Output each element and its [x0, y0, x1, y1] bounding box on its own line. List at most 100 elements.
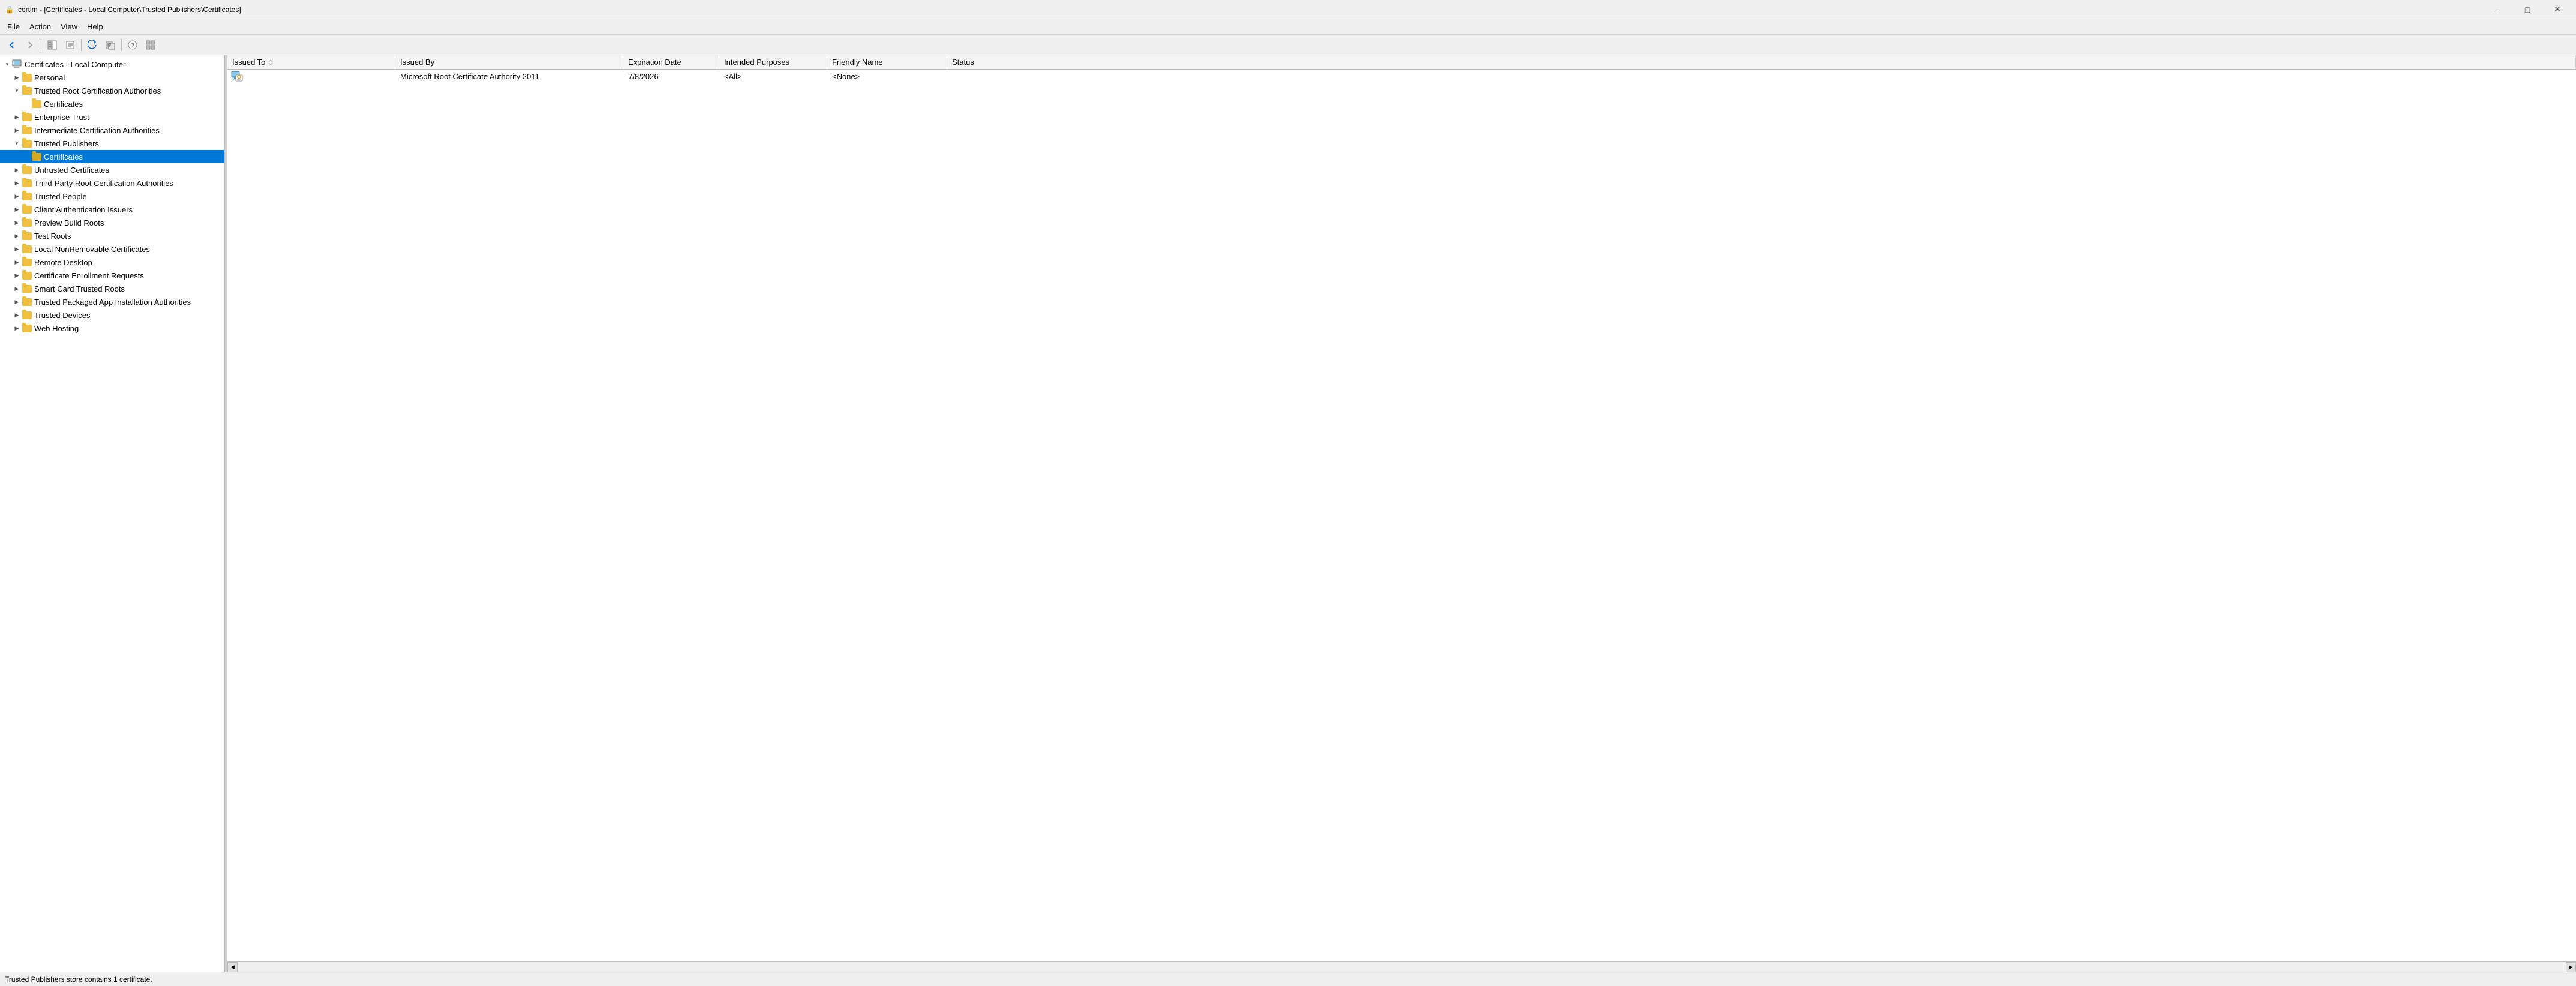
- tree-item-trusted-publishers[interactable]: ▾ Trusted Publishers: [0, 137, 224, 150]
- tree-item-trusted-devices[interactable]: ▶ Trusted Devices: [0, 308, 224, 322]
- tree-expander-test-roots[interactable]: ▶: [12, 231, 22, 241]
- tree-item-enterprise[interactable]: ▶ Enterprise Trust: [0, 110, 224, 124]
- col-header-status[interactable]: Status: [947, 55, 2576, 69]
- tree-item-trusted-publishers-certs[interactable]: ▶ Certificates: [0, 150, 224, 163]
- folder-icon-local-nonremovable: [22, 244, 32, 254]
- col-header-friendly-name-label: Friendly Name: [832, 58, 883, 67]
- folder-icon-client-auth: [22, 205, 32, 214]
- tree-expander-preview-build[interactable]: ▶: [12, 218, 22, 227]
- maximize-button[interactable]: □: [2514, 1, 2541, 18]
- tree-label-trusted-devices: Trusted Devices: [34, 311, 90, 320]
- tree-label-web-hosting: Web Hosting: [34, 324, 79, 333]
- folder-icon-cert-enrollment: [22, 271, 32, 280]
- help-button[interactable]: ?: [124, 37, 141, 53]
- tree-expander-remote-desktop[interactable]: ▶: [12, 257, 22, 267]
- title-bar-left: 🔒 certlm - [Certificates - Local Compute…: [5, 5, 241, 14]
- folder-icon-test-roots: [22, 231, 32, 241]
- list-cell-status: [947, 75, 2576, 77]
- tree-expander-trusted-publishers[interactable]: ▾: [12, 139, 22, 148]
- col-header-expiration[interactable]: Expiration Date: [623, 55, 719, 69]
- right-pane: Issued To Issued By Expiration Date Inte…: [227, 55, 2576, 972]
- refresh-button[interactable]: [84, 37, 101, 53]
- close-button[interactable]: ✕: [2544, 1, 2571, 18]
- menu-view[interactable]: View: [56, 20, 82, 33]
- tree-item-local-nonremovable[interactable]: ▶ Local NonRemovable Certificates: [0, 242, 224, 256]
- tree-item-root[interactable]: ▾ Certificates - Local Computer: [0, 58, 224, 71]
- title-bar: 🔒 certlm - [Certificates - Local Compute…: [0, 0, 2576, 19]
- col-header-status-label: Status: [952, 58, 974, 67]
- tree-expander-enterprise[interactable]: ▶: [12, 112, 22, 122]
- status-bar: Trusted Publishers store contains 1 cert…: [0, 972, 2576, 986]
- forward-button[interactable]: [22, 37, 38, 53]
- tree-expander-trusted-root[interactable]: ▾: [12, 86, 22, 95]
- scroll-right-arrow[interactable]: ▶: [2566, 962, 2576, 972]
- tree-label-local-nonremovable: Local NonRemovable Certificates: [34, 245, 150, 254]
- tree-item-third-party[interactable]: ▶ Third-Party Root Certification Authori…: [0, 176, 224, 190]
- properties-button[interactable]: [62, 37, 79, 53]
- tree-expander-trusted-people[interactable]: ▶: [12, 191, 22, 201]
- scroll-left-arrow[interactable]: ◀: [227, 962, 238, 972]
- tree-expander-web-hosting[interactable]: ▶: [12, 323, 22, 333]
- tree-item-trusted-root[interactable]: ▾ Trusted Root Certification Authorities: [0, 84, 224, 97]
- toolbar-sep-3: [121, 39, 122, 51]
- tree-item-trusted-packaged[interactable]: ▶ Trusted Packaged App Installation Auth…: [0, 295, 224, 308]
- cert-icon-cell: [227, 70, 395, 82]
- tree-item-intermediate[interactable]: ▶ Intermediate Certification Authorities: [0, 124, 224, 137]
- folder-icon-untrusted: [22, 165, 32, 175]
- tree-expander-intermediate[interactable]: ▶: [12, 125, 22, 135]
- list-content[interactable]: Microsoft Root Certificate Authority 201…: [227, 70, 2576, 961]
- tree-expander-trusted-packaged[interactable]: ▶: [12, 297, 22, 307]
- menu-help[interactable]: Help: [82, 20, 108, 33]
- folder-icon-remote-desktop: [22, 257, 32, 267]
- tree-item-client-auth[interactable]: ▶ Client Authentication Issuers: [0, 203, 224, 216]
- tree-item-untrusted[interactable]: ▶ Untrusted Certificates: [0, 163, 224, 176]
- menu-action[interactable]: Action: [25, 20, 56, 33]
- col-header-friendly-name[interactable]: Friendly Name: [827, 55, 947, 69]
- tree-expander-untrusted[interactable]: ▶: [12, 165, 22, 175]
- tree-expander-client-auth[interactable]: ▶: [12, 205, 22, 214]
- toolbar-sep-2: [81, 39, 82, 51]
- folder-icon-trusted-people: [22, 191, 32, 201]
- tree-expander-personal[interactable]: ▶: [12, 73, 22, 82]
- export-button[interactable]: [102, 37, 119, 53]
- tree-expander-root[interactable]: ▾: [2, 59, 12, 69]
- tree-item-trusted-people[interactable]: ▶ Trusted People: [0, 190, 224, 203]
- tree-expander-smart-card[interactable]: ▶: [12, 284, 22, 293]
- tree-expander-trusted-devices[interactable]: ▶: [12, 310, 22, 320]
- svg-text:?: ?: [131, 43, 134, 49]
- list-row[interactable]: Microsoft Root Certificate Authority 201…: [227, 70, 2576, 83]
- main-area: ▾ Certificates - Local Computer ▶: [0, 55, 2576, 972]
- scroll-track[interactable]: [238, 962, 2566, 972]
- left-pane[interactable]: ▾ Certificates - Local Computer ▶: [0, 55, 225, 972]
- col-header-purposes[interactable]: Intended Purposes: [719, 55, 827, 69]
- col-header-expiration-label: Expiration Date: [628, 58, 681, 67]
- horizontal-scrollbar[interactable]: ◀ ▶: [227, 961, 2576, 972]
- tree-label-client-auth: Client Authentication Issuers: [34, 205, 133, 214]
- tree-item-web-hosting[interactable]: ▶ Web Hosting: [0, 322, 224, 335]
- show-hide-button[interactable]: [44, 37, 61, 53]
- folder-icon-trusted-pub-certs: [31, 152, 42, 161]
- tree-label-remote-desktop: Remote Desktop: [34, 258, 92, 267]
- tree-item-cert-enrollment[interactable]: ▶ Certificate Enrollment Requests: [0, 269, 224, 282]
- tree-item-trusted-root-certs[interactable]: ▶ Certificates: [0, 97, 224, 110]
- tree-item-preview-build[interactable]: ▶ Preview Build Roots: [0, 216, 224, 229]
- tree-item-remote-desktop[interactable]: ▶ Remote Desktop: [0, 256, 224, 269]
- app-icon: 🔒: [5, 5, 14, 14]
- back-button[interactable]: [4, 37, 20, 53]
- tree-label-trusted-root-certs: Certificates: [44, 100, 83, 109]
- tree-label-trusted-publishers: Trusted Publishers: [34, 139, 99, 148]
- tree-root: ▾ Certificates - Local Computer ▶: [0, 55, 224, 337]
- tree-item-test-roots[interactable]: ▶ Test Roots: [0, 229, 224, 242]
- tree-item-personal[interactable]: ▶ Personal: [0, 71, 224, 84]
- view-button[interactable]: [142, 37, 159, 53]
- tree-expander-cert-enrollment[interactable]: ▶: [12, 271, 22, 280]
- col-header-issued-by[interactable]: Issued By: [395, 55, 623, 69]
- menu-file[interactable]: File: [2, 20, 25, 33]
- folder-icon-enterprise: [22, 112, 32, 122]
- tree-expander-local-nonremovable[interactable]: ▶: [12, 244, 22, 254]
- tree-item-smart-card[interactable]: ▶ Smart Card Trusted Roots: [0, 282, 224, 295]
- list-cell-issued-by: Microsoft Root Certificate Authority 201…: [395, 71, 623, 82]
- tree-expander-third-party[interactable]: ▶: [12, 178, 22, 188]
- minimize-button[interactable]: −: [2484, 1, 2511, 18]
- col-header-issued-to[interactable]: Issued To: [227, 55, 395, 69]
